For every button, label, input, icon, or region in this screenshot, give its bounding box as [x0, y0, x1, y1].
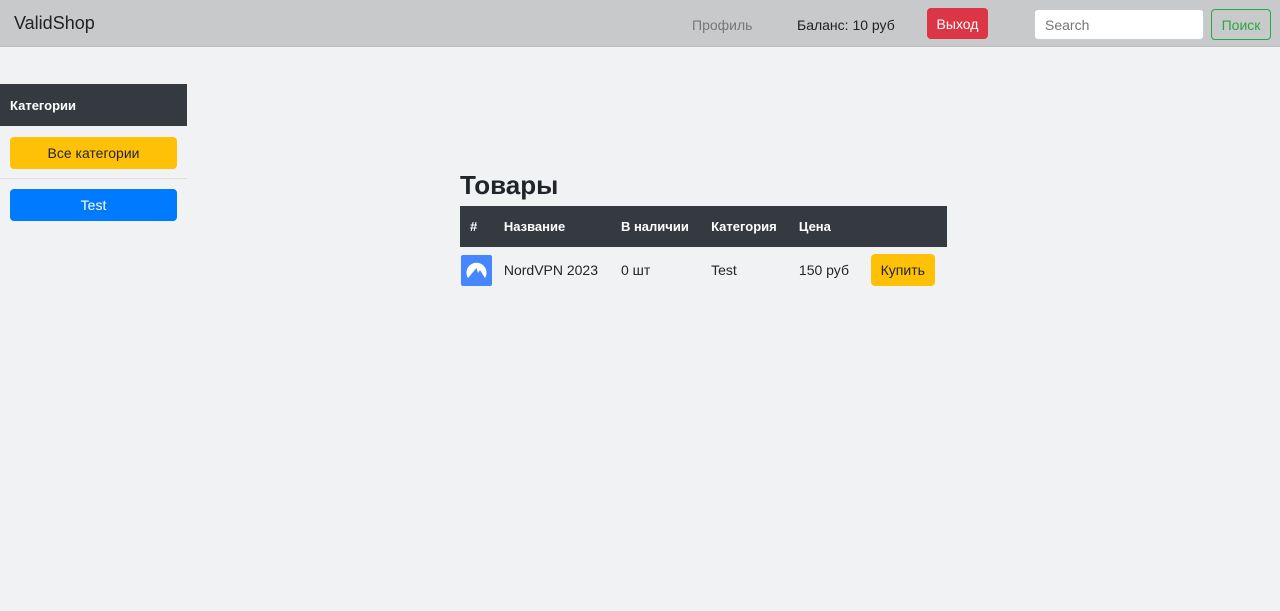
product-name: NordVPN 2023 [503, 262, 599, 278]
product-price: 150 руб [798, 262, 849, 278]
logout-button[interactable]: Выход [927, 8, 988, 39]
navbar: ValidShop Профиль Баланс: 10 руб Выход П… [0, 0, 1280, 47]
category-test[interactable]: Test [10, 189, 177, 221]
balance: Баланс: 10 руб [797, 17, 895, 33]
categories-header: Категории [0, 84, 187, 126]
table-row: NordVPN 2023 0 шт Test 150 руб Купить [460, 247, 947, 293]
col-name: Название [493, 206, 611, 247]
page-title: Товары [460, 170, 559, 200]
search-input[interactable] [1034, 9, 1204, 40]
divider [0, 178, 187, 179]
col-stock: В наличии [610, 206, 702, 247]
col-price: Цена [788, 206, 861, 247]
products-table: # Название В наличии Категория Цена Nord… [460, 206, 947, 293]
col-category: Категория [701, 206, 789, 247]
col-action [860, 206, 947, 247]
product-category: Test [711, 262, 737, 278]
buy-button[interactable]: Купить [870, 254, 935, 286]
col-number: # [460, 206, 494, 247]
nordvpn-logo-icon [461, 254, 492, 286]
brand[interactable]: ValidShop [14, 13, 95, 34]
product-stock: 0 шт [620, 262, 651, 278]
profile-link[interactable]: Профиль [692, 17, 752, 33]
category-all[interactable]: Все категории [10, 137, 177, 169]
search-button[interactable]: Поиск [1211, 9, 1271, 40]
